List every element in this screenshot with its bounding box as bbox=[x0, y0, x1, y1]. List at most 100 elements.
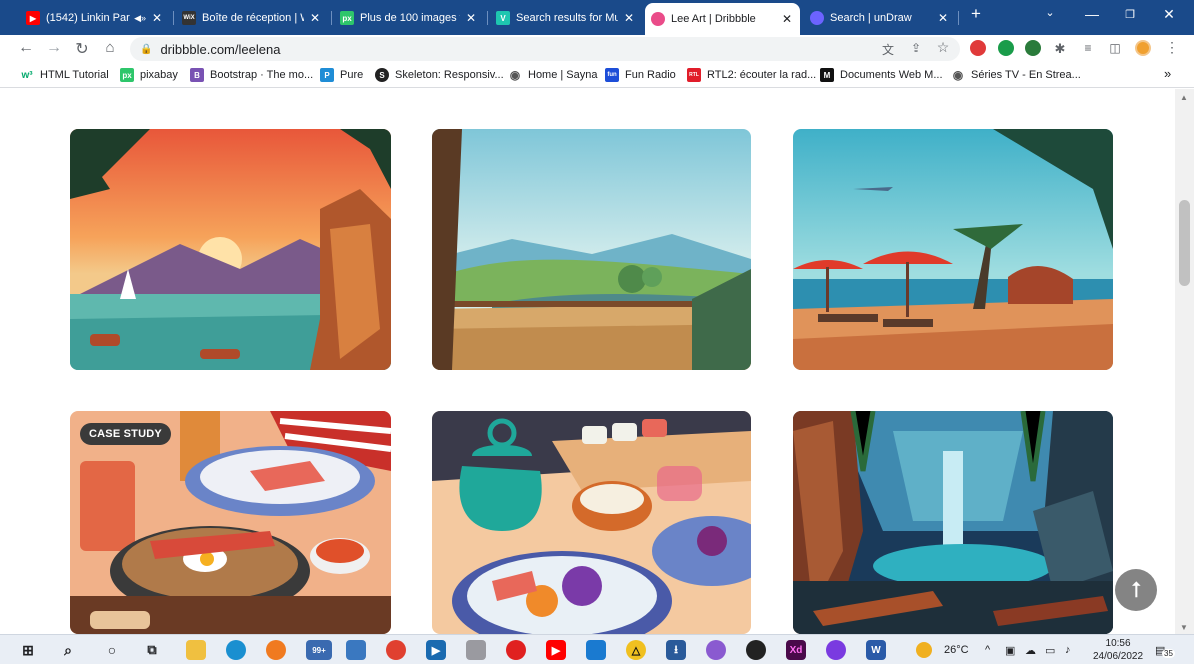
close-tab-icon[interactable]: ✕ bbox=[622, 11, 636, 25]
tab-vuetify[interactable]: V Search results for Mus ✕ bbox=[490, 5, 642, 31]
weather-sun-icon[interactable] bbox=[916, 642, 932, 658]
notepad-icon[interactable] bbox=[466, 640, 486, 660]
close-window-button[interactable]: ✕ bbox=[1157, 6, 1181, 23]
reload-button[interactable]: ↻ bbox=[72, 39, 92, 59]
bookmark-skeleton[interactable]: S Skeleton: Responsiv... bbox=[375, 68, 504, 82]
obs-icon[interactable] bbox=[746, 640, 766, 660]
mail-icon[interactable]: 99+ bbox=[306, 640, 332, 660]
adblock-extension-icon[interactable] bbox=[970, 40, 986, 56]
lock-icon: 🔒 bbox=[140, 43, 153, 55]
mail-badge: 99+ bbox=[312, 645, 326, 655]
tab-wix[interactable]: WiX Boîte de réception | W ✕ bbox=[176, 5, 328, 31]
bookmark-series-tv[interactable]: ◉ Séries TV - En Strea... bbox=[951, 68, 1081, 82]
new-tab-button[interactable]: + bbox=[964, 4, 988, 24]
tray-chevron-icon[interactable]: ^ bbox=[985, 644, 990, 656]
shot-card-breakfast[interactable]: CASE STUDY bbox=[70, 411, 391, 634]
share-icon[interactable]: ⇪ bbox=[906, 41, 926, 55]
cortana-icon[interactable]: ○ bbox=[102, 640, 122, 660]
bookmark-documents-web[interactable]: M Documents Web M... bbox=[820, 68, 943, 82]
bookmarks-overflow-button[interactable]: » bbox=[1164, 66, 1171, 81]
scroll-down-arrow-icon[interactable]: ▼ bbox=[1180, 623, 1188, 632]
store-icon[interactable] bbox=[346, 640, 366, 660]
tab-pixabay[interactable]: px Plus de 100 images vo ✕ bbox=[334, 5, 484, 31]
reading-list-icon[interactable]: ≡ bbox=[1078, 41, 1098, 55]
side-panel-icon[interactable]: ◫ bbox=[1105, 41, 1125, 55]
volume-icon[interactable]: ♪ bbox=[1065, 644, 1071, 656]
translate-icon[interactable]: 文 bbox=[878, 41, 898, 58]
pixabay-icon: px bbox=[340, 11, 354, 25]
bookmark-html-tutorial[interactable]: w³ HTML Tutorial bbox=[20, 68, 109, 82]
vscode-icon[interactable] bbox=[586, 640, 606, 660]
word-icon[interactable]: W bbox=[866, 640, 886, 660]
tab-undraw[interactable]: Search | unDraw ✕ bbox=[804, 5, 956, 31]
youtube-app-icon[interactable]: ▶ bbox=[546, 640, 566, 660]
scrollbar-thumb[interactable] bbox=[1179, 200, 1190, 286]
bookmarks-bar: w³ HTML Tutorial px pixabay B Bootstrap · T… bbox=[0, 63, 1194, 88]
bookmark-pure[interactable]: P Pure bbox=[320, 68, 363, 82]
tab-youtube[interactable]: ▶ (1542) Linkin Park ◀» ✕ bbox=[20, 5, 170, 31]
case-study-badge: CASE STUDY bbox=[80, 423, 171, 445]
extension-green-icon[interactable] bbox=[998, 40, 1014, 56]
windows-start-icon[interactable]: ⊞ bbox=[18, 640, 38, 660]
messenger-icon[interactable] bbox=[706, 640, 726, 660]
tab-separator bbox=[958, 11, 959, 25]
page-content: CASE STUDY ⭡ bbox=[0, 89, 1175, 634]
network-icon[interactable]: ▭ bbox=[1045, 644, 1055, 657]
extension-globe-icon[interactable] bbox=[1025, 40, 1041, 56]
scroll-up-arrow-icon[interactable]: ▲ bbox=[1180, 93, 1188, 102]
app-upload-icon[interactable]: ⭳ bbox=[666, 640, 686, 660]
audio-icon[interactable]: ◀» bbox=[134, 13, 146, 24]
menu-kebab-icon[interactable]: ⋮ bbox=[1162, 39, 1182, 56]
tab-separator bbox=[487, 11, 488, 25]
firefox-icon[interactable] bbox=[266, 640, 286, 660]
address-bar[interactable]: 🔒 dribbble.com/leelena bbox=[130, 37, 960, 61]
forward-button[interactable]: → bbox=[44, 39, 64, 57]
bookmark-pixabay[interactable]: px pixabay bbox=[120, 68, 178, 82]
scroll-to-top-button[interactable]: ⭡ bbox=[1115, 569, 1157, 611]
opera-icon[interactable] bbox=[506, 640, 526, 660]
bookmark-fun-radio[interactable]: fun Fun Radio bbox=[605, 68, 676, 82]
edge-icon[interactable] bbox=[226, 640, 246, 660]
app-triangle-icon[interactable]: △ bbox=[626, 640, 646, 660]
close-tab-icon[interactable]: ✕ bbox=[308, 11, 322, 25]
bootstrap-icon: B bbox=[190, 68, 204, 82]
extensions-puzzle-icon[interactable]: ✱ bbox=[1050, 41, 1070, 57]
rtl2-icon: RTL bbox=[687, 68, 701, 82]
shot-card-sunset-lake[interactable] bbox=[70, 129, 391, 370]
bookmark-sayna[interactable]: ◉ Home | Sayna bbox=[508, 68, 598, 82]
chrome-icon[interactable] bbox=[386, 640, 406, 660]
tab-search-icon[interactable]: ⌄ bbox=[1038, 6, 1062, 19]
close-tab-icon[interactable]: ✕ bbox=[464, 11, 478, 25]
minimize-button[interactable]: — bbox=[1080, 6, 1104, 22]
shot-card-valley-terrace[interactable] bbox=[432, 129, 751, 370]
back-button[interactable]: ← bbox=[16, 39, 36, 57]
task-view-icon[interactable]: ⧉ bbox=[142, 640, 162, 660]
shot-card-cave-waterfall[interactable] bbox=[793, 411, 1113, 634]
shot-card-asian-food[interactable] bbox=[432, 411, 751, 634]
restore-button[interactable]: ❐ bbox=[1118, 8, 1142, 21]
bookmark-bootstrap[interactable]: B Bootstrap · The mo... bbox=[190, 68, 313, 82]
valley-terrace-illustration bbox=[432, 129, 751, 370]
close-tab-icon[interactable]: ✕ bbox=[780, 12, 794, 26]
tab-dribbble[interactable]: Lee Art | Dribbble ✕ bbox=[645, 3, 800, 35]
onedrive-icon[interactable]: ☁ bbox=[1025, 644, 1036, 657]
media-player-icon[interactable]: ▶ bbox=[426, 640, 446, 660]
tray-usb-icon[interactable]: ▣ bbox=[1005, 644, 1015, 657]
weather-temperature[interactable]: 26°C bbox=[944, 644, 969, 656]
bookmark-rtl2[interactable]: RTL RTL2: écouter la rad... bbox=[687, 68, 816, 82]
app-notify-icon[interactable] bbox=[826, 640, 846, 660]
file-explorer-icon[interactable] bbox=[186, 640, 206, 660]
page-scrollbar[interactable]: ▲ ▼ bbox=[1175, 89, 1194, 634]
url-text[interactable]: dribbble.com/leelena bbox=[160, 42, 280, 57]
search-icon[interactable]: ⌕ bbox=[58, 640, 78, 660]
shot-card-beach-resort[interactable] bbox=[793, 129, 1113, 370]
adobe-xd-icon[interactable]: Xd bbox=[786, 640, 806, 660]
clock-time: 10:56 bbox=[1105, 638, 1131, 649]
dribbble-icon bbox=[651, 12, 665, 26]
home-button[interactable]: ⌂ bbox=[100, 39, 120, 56]
close-tab-icon[interactable]: ✕ bbox=[150, 11, 164, 25]
profile-avatar[interactable] bbox=[1135, 40, 1151, 56]
close-tab-icon[interactable]: ✕ bbox=[936, 11, 950, 25]
clock[interactable]: 10:56 24/06/2022 bbox=[1093, 637, 1143, 663]
bookmark-star-icon[interactable]: ☆ bbox=[933, 39, 953, 56]
